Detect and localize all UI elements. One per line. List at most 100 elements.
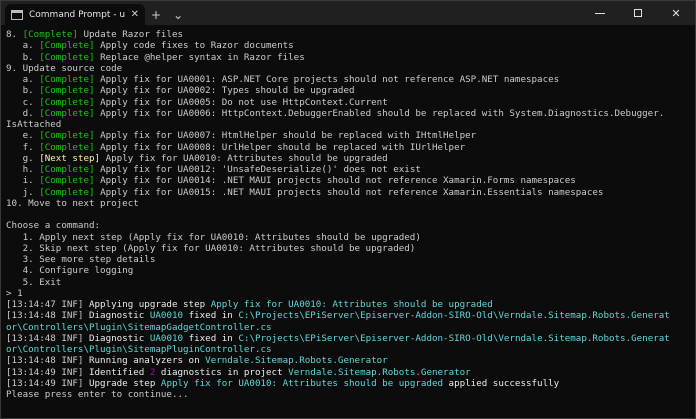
terminal-text: Identified <box>88 366 150 378</box>
terminal-text: Running analyzers on <box>88 355 206 367</box>
terminal-text: Apply fix for UA0007: HtmlHelper should … <box>94 130 477 142</box>
tab-title: Command Prompt - upgrade-as <box>29 9 125 20</box>
terminal-text: [13:14:49 INF] <box>6 377 89 389</box>
terminal-line: 3. See more step details <box>6 254 692 265</box>
terminal-text: applied successfully <box>443 377 560 389</box>
terminal-text: Update Razor files <box>77 29 184 40</box>
minimize-icon <box>595 12 605 14</box>
terminal-text: [Complete] <box>39 74 95 85</box>
terminal-text: [Complete] <box>39 85 95 97</box>
terminal-line: 2. Skip next step (Apply fix for UA0010:… <box>6 243 692 254</box>
terminal-line: e. [Complete] Apply fix for UA0007: Html… <box>6 130 692 141</box>
terminal-text: [Complete] <box>39 51 95 63</box>
terminal-text: [Complete] <box>39 130 95 142</box>
terminal-text: diagnostics in project <box>155 366 289 378</box>
terminal-line: [13:14:48 INF] Diagnostic UA0010 fixed i… <box>6 310 692 321</box>
terminal-text: [13:14:48 INF] <box>6 355 89 367</box>
terminal-text: [Complete] <box>39 141 95 153</box>
terminal-text: [13:14:48 INF] <box>6 310 89 322</box>
terminal-text: 1. Apply next step (Apply fix for UA0010… <box>6 231 421 243</box>
terminal-line: [13:14:49 INF] Identified 2 diagnostics … <box>6 367 692 378</box>
terminal-text: [Complete] <box>39 96 95 108</box>
new-tab-button[interactable]: + <box>145 4 167 25</box>
terminal-line: or\Controllers\Plugin\SitemapGadgetContr… <box>6 322 692 333</box>
terminal-text: Apply fix for UA0006: HttpContext.Debugg… <box>94 107 665 119</box>
terminal-text: d. <box>6 107 40 119</box>
terminal-line: 1. Apply next step (Apply fix for UA0010… <box>6 232 692 243</box>
title-bar: Command Prompt - upgrade-as ✕ + ⌄ ✕ <box>1 1 695 25</box>
terminal-text: Please press enter to continue... <box>6 389 189 400</box>
terminal-text: Diagnostic <box>88 332 150 344</box>
terminal-text: Apply fix for UA0010: Attributes should … <box>100 152 388 164</box>
terminal-text: a. <box>6 40 40 52</box>
chevron-down-icon[interactable]: ⌄ <box>167 4 189 25</box>
terminal-text: Upgrade step <box>88 377 161 389</box>
terminal-text: h. <box>6 164 40 175</box>
close-button[interactable]: ✕ <box>657 1 695 25</box>
terminal-line: 10. Move to next project <box>6 198 692 209</box>
terminal-line: Please press enter to continue... <box>6 389 692 400</box>
terminal-text: [Complete] <box>39 40 95 52</box>
terminal-text: [Complete] <box>39 107 95 119</box>
terminal-line: 4. Configure logging <box>6 265 692 276</box>
terminal-text: Apply code fixes to Razor documents <box>94 40 294 52</box>
terminal-line: h. [Complete] Apply fix for UA0012: 'Uns… <box>6 164 692 175</box>
terminal-text: 3. See more step details <box>6 254 156 265</box>
terminal-text: 9. Update source code <box>6 62 123 74</box>
terminal-text: Apply fix for UA0008: UrlHelper should b… <box>94 141 466 153</box>
terminal-line: i. [Complete] Apply fix for UA0014: .NET… <box>6 175 692 186</box>
terminal-text: g. <box>6 152 40 164</box>
terminal-text: Apply fix for UA0010: Attributes should … <box>210 299 493 310</box>
terminal-line: IsAttached <box>6 119 692 130</box>
tab-command-prompt[interactable]: Command Prompt - upgrade-as ✕ <box>5 4 145 25</box>
terminal-text: or\Controllers\Plugin\SitemapGadgetContr… <box>6 321 272 333</box>
terminal-text: Apply fix for UA0001: ASP.NET Core proje… <box>94 74 560 85</box>
terminal-text: Replace @helper syntax in Razor files <box>94 51 305 63</box>
window-controls: ✕ <box>581 1 695 25</box>
terminal-text: C:\Projects\EPiServer\Episerver-Addon-SI… <box>238 310 670 322</box>
terminal-text: fixed in <box>183 332 239 344</box>
terminal-text: Apply fix for UA0012: 'UnsafeDeserialize… <box>94 164 421 175</box>
terminal-line: 9. Update source code <box>6 63 692 74</box>
terminal-window: Command Prompt - upgrade-as ✕ + ⌄ ✕ 8. [… <box>0 0 696 419</box>
terminal-icon <box>11 9 23 20</box>
terminal-text: Verndale.Sitemap.Robots.Generator <box>288 366 471 378</box>
terminal-text: [13:14:47 INF] <box>6 299 89 310</box>
terminal-text: UA0010 <box>149 332 184 344</box>
terminal-text: [13:14:49 INF] <box>6 366 89 378</box>
maximize-button[interactable] <box>619 1 657 25</box>
terminal-line: 8. [Complete] Update Razor files <box>6 29 692 40</box>
terminal-text: [Complete] <box>39 164 95 175</box>
terminal-line: Choose a command: <box>6 220 692 231</box>
terminal-text: [Next step] <box>39 152 101 164</box>
terminal-text: Diagnostic <box>88 310 150 322</box>
terminal-line: [13:14:47 INF] Applying upgrade step App… <box>6 299 692 310</box>
close-tab-icon[interactable]: ✕ <box>131 9 139 20</box>
terminal-text: a. <box>6 74 40 85</box>
terminal-output[interactable]: 8. [Complete] Update Razor files a. [Com… <box>1 25 695 418</box>
terminal-line: c. [Complete] Apply fix for UA0005: Do n… <box>6 97 692 108</box>
terminal-text: b. <box>6 85 40 97</box>
terminal-line: 5. Exit <box>6 277 692 288</box>
terminal-text: Verndale.Sitemap.Robots.Generator <box>205 355 388 367</box>
terminal-text: [Complete] <box>22 29 78 40</box>
terminal-text: > 1 <box>6 287 23 299</box>
terminal-text: 10. Move to next project <box>6 197 139 209</box>
terminal-line: j. [Complete] Apply fix for UA0015: .NET… <box>6 187 692 198</box>
maximize-icon <box>634 9 642 17</box>
terminal-line: a. [Complete] Apply fix for UA0001: ASP.… <box>6 74 692 85</box>
terminal-text: c. <box>6 96 40 108</box>
terminal-text: 5. Exit <box>6 276 62 288</box>
terminal-text: Choose a command: <box>6 220 101 232</box>
terminal-text: [Complete] <box>39 175 95 187</box>
terminal-line: g. [Next step] Apply fix for UA0010: Att… <box>6 153 692 164</box>
terminal-text: UA0010 <box>149 310 184 322</box>
terminal-text: fixed in <box>183 310 239 322</box>
terminal-line: or\Controllers\Plugin\SitemapPluginContr… <box>6 344 692 355</box>
terminal-text: 8. <box>6 29 23 40</box>
minimize-button[interactable] <box>581 1 619 25</box>
terminal-text: Applying upgrade step <box>88 299 211 310</box>
terminal-text: or\Controllers\Plugin\SitemapPluginContr… <box>6 344 272 355</box>
terminal-line: a. [Complete] Apply code fixes to Razor … <box>6 40 692 51</box>
